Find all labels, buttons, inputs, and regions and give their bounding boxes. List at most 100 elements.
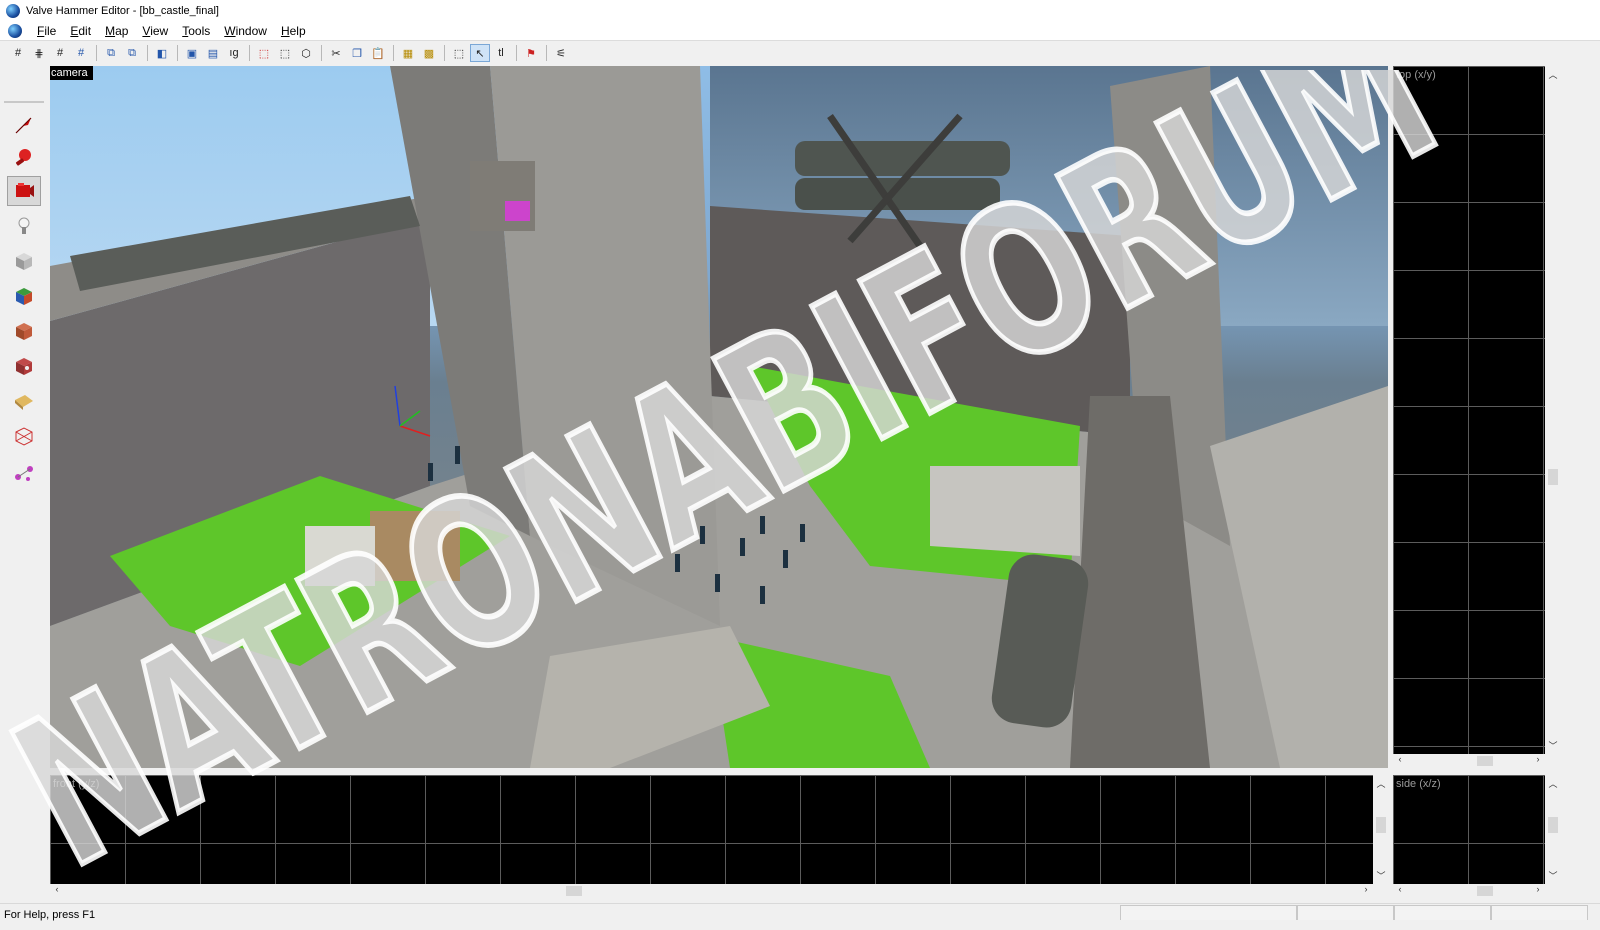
hide-selected-icon[interactable]: ▦ — [398, 44, 418, 62]
top-2d-viewport[interactable]: top (x/y) — [1393, 66, 1545, 754]
paste-icon[interactable]: 📋 — [368, 44, 388, 62]
top-view-label[interactable]: top (x/y) — [1395, 68, 1441, 82]
scroll-up-arrow-icon[interactable]: ︿ — [1546, 777, 1560, 790]
purple-texture-patch — [505, 201, 530, 221]
entity-lightbulb-icon — [18, 217, 30, 234]
front-view-hscroll[interactable]: ‹ › — [50, 884, 1373, 898]
overlay-tool-button[interactable] — [7, 386, 41, 416]
texture-label-icon[interactable]: tl — [491, 44, 511, 62]
scroll-right-arrow-icon[interactable]: › — [1359, 884, 1373, 894]
top-view-hscroll[interactable]: ‹ › — [1393, 754, 1545, 768]
wooden-crate — [370, 511, 460, 581]
cordon-icon[interactable]: ıg — [224, 44, 244, 62]
stacked-planks — [305, 526, 375, 586]
carve-icon[interactable]: ▣ — [182, 44, 202, 62]
hide-icon[interactable]: ◧ — [152, 44, 172, 62]
options-icon[interactable]: ⚟ — [551, 44, 571, 62]
select-bounds-icon[interactable]: ⬚ — [449, 44, 469, 62]
top-view-hscroll-thumb[interactable] — [1477, 756, 1493, 766]
status-text: For Help, press F1 — [4, 908, 96, 921]
clip-tool-button[interactable] — [7, 421, 41, 451]
scroll-right-arrow-icon[interactable]: › — [1531, 754, 1545, 764]
scroll-left-arrow-icon[interactable]: ‹ — [1393, 754, 1407, 764]
texture-lock-icon[interactable]: ▤ — [203, 44, 223, 62]
group-icon[interactable]: ⧉ — [101, 44, 121, 62]
side-2d-viewport[interactable]: side (x/z) — [1393, 775, 1545, 884]
selection-tool-button[interactable] — [7, 110, 41, 140]
pallet-right — [930, 466, 1080, 556]
camera-tool-button[interactable] — [7, 176, 41, 206]
entity-tool-button[interactable] — [7, 211, 41, 241]
toolbar-separator — [147, 45, 148, 61]
toolbar-separator — [546, 45, 547, 61]
hammer-globe-icon — [6, 4, 20, 18]
cube-outline-icon[interactable]: ⬡ — [296, 44, 316, 62]
scroll-down-arrow-icon[interactable]: ﹀ — [1546, 869, 1560, 882]
top-view-vscroll[interactable]: ︿ ﹀ — [1545, 66, 1561, 754]
top-view-vscroll-thumb[interactable] — [1548, 469, 1558, 485]
toolbar-separator — [444, 45, 445, 61]
scroll-up-arrow-icon[interactable]: ︿ — [1546, 68, 1560, 81]
side-view-vscroll[interactable]: ︿ ﹀ — [1545, 775, 1561, 884]
front-view-label[interactable]: front (y/z) — [52, 777, 104, 791]
decal-icon — [16, 358, 32, 375]
menu-view[interactable]: View — [135, 24, 175, 38]
vertex-tool-button[interactable] — [7, 458, 41, 488]
block-tool-button[interactable] — [7, 246, 41, 276]
toolbar-separator — [393, 45, 394, 61]
vertex-manipulation-icon — [15, 466, 33, 481]
side-view-label[interactable]: side (x/z) — [1395, 777, 1446, 791]
front-2d-viewport[interactable]: front (y/z) — [50, 775, 1373, 884]
front-view-vscroll[interactable]: ︿ ﹀ — [1373, 775, 1389, 884]
decal-tool-button[interactable] — [7, 351, 41, 381]
title-bar: Valve Hammer Editor - [bb_castle_final] — [0, 0, 1600, 22]
grid-larger-icon[interactable]: # — [71, 44, 91, 62]
texture-application-button[interactable] — [7, 281, 41, 311]
front-view-grid — [50, 775, 1373, 884]
apply-texture-button[interactable] — [7, 316, 41, 346]
front-view-vscroll-thumb[interactable] — [1376, 817, 1386, 833]
cut-icon[interactable]: ✂ — [326, 44, 346, 62]
main-toolbar: # ⋕ # # ⧉ ⧉ ◧ ▣ ▤ ıg ⬚ ⬚ ⬡ ✂ ❐ 📋 ▦ ▩ ⬚ ↖… — [0, 41, 1600, 65]
side-view-grid — [1393, 775, 1545, 884]
undo-icon[interactable]: ⬚ — [254, 44, 274, 62]
menu-map[interactable]: Map — [98, 24, 135, 38]
grid-toggle-icon[interactable]: # — [8, 44, 28, 62]
grid-smaller-icon[interactable]: # — [50, 44, 70, 62]
texture-application-icon — [16, 288, 32, 305]
scroll-down-arrow-icon[interactable]: ﹀ — [1374, 869, 1388, 882]
compile-icon[interactable]: ⚑ — [521, 44, 541, 62]
scroll-up-arrow-icon[interactable]: ︿ — [1374, 777, 1388, 790]
ungroup-icon[interactable]: ⧉ — [122, 44, 142, 62]
menu-help[interactable]: Help — [274, 24, 313, 38]
log-beam-top — [795, 141, 1010, 176]
tool-palette — [0, 66, 49, 908]
scroll-right-arrow-icon[interactable]: › — [1531, 884, 1545, 894]
palette-grip[interactable] — [4, 101, 44, 103]
camera-viewport[interactable]: camera — [50, 66, 1388, 768]
camera-view-label[interactable]: camera — [50, 66, 93, 80]
scroll-left-arrow-icon[interactable]: ‹ — [50, 884, 64, 894]
side-view-hscroll-thumb[interactable] — [1477, 886, 1493, 896]
castle-scene-render — [50, 66, 1388, 768]
document-globe-icon[interactable] — [8, 24, 22, 38]
window-title: Valve Hammer Editor - [bb_castle_final] — [26, 5, 219, 17]
show-all-icon[interactable]: ▩ — [419, 44, 439, 62]
menu-file[interactable]: File — [30, 24, 63, 38]
scroll-down-arrow-icon[interactable]: ﹀ — [1546, 739, 1560, 752]
selection-tool-icon[interactable]: ↖ — [470, 44, 490, 62]
toolbar-separator — [96, 45, 97, 61]
scroll-left-arrow-icon[interactable]: ‹ — [1393, 884, 1407, 894]
side-view-hscroll[interactable]: ‹ › — [1393, 884, 1545, 898]
side-view-vscroll-thumb[interactable] — [1548, 817, 1558, 833]
status-panel-grid — [1491, 905, 1588, 920]
menu-window[interactable]: Window — [217, 24, 274, 38]
copy-icon[interactable]: ❐ — [347, 44, 367, 62]
redo-icon[interactable]: ⬚ — [275, 44, 295, 62]
magnify-tool-button[interactable] — [7, 142, 41, 172]
selection-arrow-icon — [15, 117, 32, 134]
menu-tools[interactable]: Tools — [175, 24, 217, 38]
menu-edit[interactable]: Edit — [63, 24, 98, 38]
front-view-hscroll-thumb[interactable] — [566, 886, 582, 896]
grid-size-icon[interactable]: ⋕ — [29, 44, 49, 62]
